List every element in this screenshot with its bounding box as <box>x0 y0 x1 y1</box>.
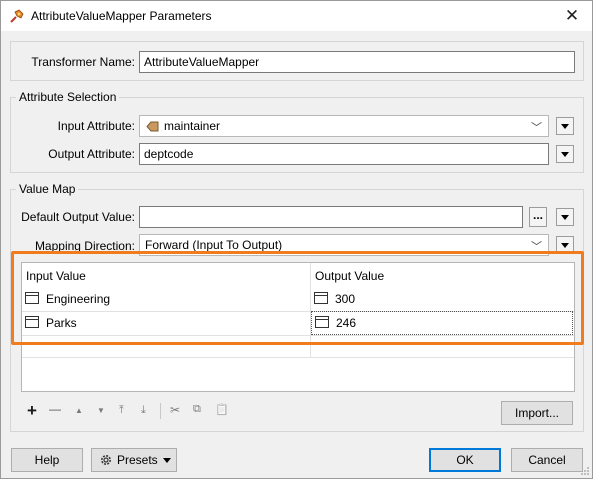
row-divider <box>22 357 574 358</box>
table-row[interactable]: Parks 246 <box>22 311 574 335</box>
cancel-button[interactable]: Cancel <box>511 448 583 472</box>
caret-down-icon <box>163 458 171 463</box>
gear-icon <box>101 455 111 465</box>
input-attribute-value: maintainer <box>164 119 221 133</box>
import-button[interactable]: Import... <box>501 401 573 425</box>
resize-grip-icon[interactable] <box>580 466 590 476</box>
output-value-text: 246 <box>336 316 357 330</box>
input-attribute-select[interactable]: maintainer ﹀ <box>139 115 549 137</box>
remove-row-icon[interactable]: — <box>49 402 61 416</box>
table-row[interactable]: Engineering 300 <box>22 287 574 311</box>
mapping-direction-menu-button[interactable] <box>556 236 574 254</box>
transformer-name-field[interactable]: AttributeValueMapper <box>139 51 575 73</box>
paste-icon[interactable]: 📋 <box>215 403 229 416</box>
default-output-field[interactable] <box>139 206 523 228</box>
field-icon <box>315 316 329 328</box>
window-title: AttributeValueMapper Parameters <box>31 9 212 23</box>
value-map-title: Value Map <box>16 182 79 196</box>
parameters-dialog: AttributeValueMapper Parameters ✕ Transf… <box>0 0 593 479</box>
row-divider <box>22 335 574 336</box>
transformer-app-icon <box>10 9 24 23</box>
column-header-output-value[interactable]: Output Value <box>315 269 384 283</box>
input-attribute-menu-button[interactable] <box>556 117 574 135</box>
output-attribute-field[interactable]: deptcode <box>139 143 549 165</box>
move-up-icon[interactable]: ▲ <box>75 406 83 415</box>
add-row-icon[interactable]: + <box>27 401 37 421</box>
mapping-direction-select[interactable]: Forward (Input To Output) ﹀ <box>139 234 549 256</box>
output-value-cell-selected[interactable]: 246 <box>311 311 573 335</box>
mapping-direction-value: Forward (Input To Output) <box>145 238 283 252</box>
output-attribute-label: Output Attribute: <box>48 147 135 161</box>
transformer-name-label: Transformer Name: <box>31 55 135 69</box>
presets-button-label: Presets <box>117 453 158 467</box>
ok-button[interactable]: OK <box>429 448 501 472</box>
close-icon[interactable]: ✕ <box>552 1 592 31</box>
field-icon <box>25 292 39 304</box>
input-value-text: Engineering <box>46 292 111 306</box>
output-value-text: 300 <box>335 292 356 306</box>
input-value-cell[interactable]: Engineering <box>22 287 310 311</box>
output-value-cell[interactable]: 300 <box>311 287 574 311</box>
field-icon <box>25 316 39 328</box>
help-button[interactable]: Help <box>11 448 83 472</box>
move-down-icon[interactable]: ▼ <box>97 406 105 415</box>
default-output-menu-button[interactable] <box>556 208 574 226</box>
copy-icon[interactable]: ⧉ <box>193 403 201 416</box>
attribute-tag-icon <box>146 121 159 132</box>
input-attribute-label: Input Attribute: <box>57 119 135 133</box>
chevron-down-icon: ﹀ <box>531 122 542 134</box>
toolbar-divider <box>160 403 161 419</box>
title-bar: AttributeValueMapper Parameters ✕ <box>1 1 592 31</box>
column-header-input-value[interactable]: Input Value <box>26 269 86 283</box>
value-map-table: Input Value Output Value Engineering 300… <box>21 262 575 392</box>
input-value-text: Parks <box>46 316 77 330</box>
output-attribute-menu-button[interactable] <box>556 145 574 163</box>
move-bottom-icon[interactable]: ⤓ <box>141 404 146 417</box>
default-output-label: Default Output Value: <box>21 210 135 224</box>
input-value-cell[interactable]: Parks <box>22 311 310 335</box>
attribute-selection-title: Attribute Selection <box>16 90 120 104</box>
mapping-direction-label: Mapping Direction: <box>34 239 135 253</box>
cut-icon[interactable]: ✂ <box>170 403 180 417</box>
presets-button[interactable]: Presets <box>91 448 177 472</box>
field-icon <box>314 292 328 304</box>
move-top-icon[interactable]: ⤒ <box>119 404 124 417</box>
chevron-down-icon: ﹀ <box>531 241 542 253</box>
default-output-ellipsis-button[interactable]: ... <box>529 207 547 227</box>
